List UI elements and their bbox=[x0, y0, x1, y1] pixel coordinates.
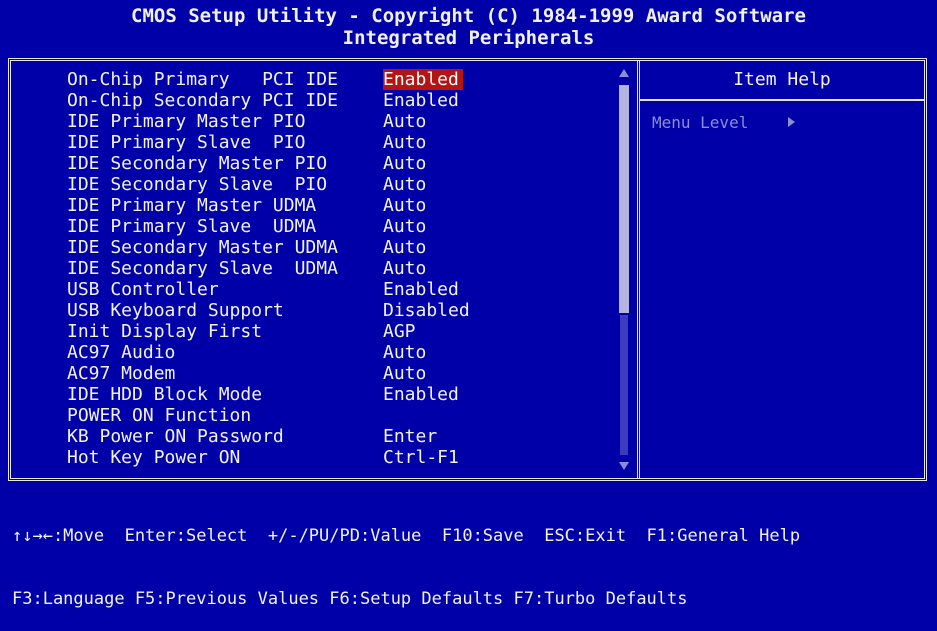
setting-label: IDE Primary Slave PIO bbox=[67, 132, 306, 153]
setting-value[interactable]: Auto bbox=[383, 111, 430, 132]
setting-label: IDE Secondary Master PIO bbox=[67, 153, 328, 174]
setting-label: IDE Primary Slave UDMA bbox=[67, 216, 317, 237]
setting-row-hot-key-power-on[interactable]: Hot Key Power ON Ctrl-F1 bbox=[11, 447, 611, 468]
setting-row-power-on-function[interactable]: POWER ON Function bbox=[11, 405, 611, 426]
setting-label: IDE Secondary Slave UDMA bbox=[67, 258, 338, 279]
setting-label: IDE HDD Block Mode bbox=[67, 384, 263, 405]
setting-value[interactable]: Disabled bbox=[383, 300, 474, 321]
setting-row-ide-secondary-master-pio[interactable]: IDE Secondary Master PIO Auto bbox=[11, 153, 611, 174]
scrollbar-thumb[interactable] bbox=[619, 85, 629, 313]
setting-row-onchip-secondary-pci-ide[interactable]: On-Chip Secondary PCI IDE Enabled bbox=[11, 90, 611, 111]
setting-value[interactable]: Enabled bbox=[383, 279, 463, 300]
setting-row-ide-primary-master-pio[interactable]: IDE Primary Master PIO Auto bbox=[11, 111, 611, 132]
setting-row-ide-primary-slave-pio[interactable]: IDE Primary Slave PIO Auto bbox=[11, 132, 611, 153]
setting-label: Init Display First bbox=[67, 321, 263, 342]
setting-value[interactable]: Auto bbox=[383, 258, 430, 279]
setting-label: On-Chip Secondary PCI IDE bbox=[67, 90, 338, 111]
setting-label: On-Chip Primary PCI IDE bbox=[67, 69, 338, 90]
scrollbar[interactable] bbox=[619, 69, 629, 470]
setting-value[interactable] bbox=[383, 405, 387, 426]
setting-label: POWER ON Function bbox=[67, 405, 252, 426]
settings-panel: On-Chip Primary PCI IDE Enabled On-Chip … bbox=[8, 58, 927, 481]
setting-value[interactable]: Auto bbox=[383, 174, 430, 195]
setting-row-ide-secondary-slave-pio[interactable]: IDE Secondary Slave PIO Auto bbox=[11, 174, 611, 195]
setting-label: USB Controller bbox=[67, 279, 219, 300]
scroll-down-arrow-icon[interactable] bbox=[619, 462, 629, 470]
menu-level-label: Menu Level bbox=[652, 113, 749, 132]
setting-row-usb-controller[interactable]: USB Controller Enabled bbox=[11, 279, 611, 300]
setting-label: IDE Primary Master PIO bbox=[67, 111, 306, 132]
setting-label: KB Power ON Password bbox=[67, 426, 284, 447]
page-title: Integrated Peripherals bbox=[342, 27, 595, 49]
setting-value[interactable]: Enabled bbox=[383, 69, 463, 90]
setting-label: USB Keyboard Support bbox=[67, 300, 284, 321]
footer-line-1: ↑↓→←:Move Enter:Select +/-/PU/PD:Value F… bbox=[12, 526, 801, 546]
setting-row-ide-hdd-block-mode[interactable]: IDE HDD Block Mode Enabled bbox=[11, 384, 611, 405]
setting-value[interactable]: Auto bbox=[383, 216, 430, 237]
setting-label: AC97 Modem bbox=[67, 363, 176, 384]
key-help-footer: ↑↓→←:Move Enter:Select +/-/PU/PD:Value F… bbox=[12, 484, 932, 631]
setting-label: IDE Secondary Master UDMA bbox=[67, 237, 338, 258]
setting-value[interactable]: Enabled bbox=[383, 90, 463, 111]
scrollbar-track[interactable] bbox=[620, 315, 628, 455]
setting-value[interactable]: Auto bbox=[383, 195, 430, 216]
setting-row-ide-secondary-master-udma[interactable]: IDE Secondary Master UDMA Auto bbox=[11, 237, 611, 258]
menu-level-arrow-icon bbox=[788, 117, 795, 127]
setting-value[interactable]: Auto bbox=[383, 153, 430, 174]
setting-value[interactable]: AGP bbox=[383, 321, 420, 342]
setting-label: IDE Secondary Slave PIO bbox=[67, 174, 328, 195]
setting-label: IDE Primary Master UDMA bbox=[67, 195, 317, 216]
setting-value[interactable]: Auto bbox=[383, 237, 430, 258]
setting-row-ide-secondary-slave-udma[interactable]: IDE Secondary Slave UDMA Auto bbox=[11, 258, 611, 279]
setting-row-onchip-primary-pci-ide[interactable]: On-Chip Primary PCI IDE Enabled bbox=[11, 69, 611, 90]
item-help-title: Item Help bbox=[733, 69, 831, 90]
setting-row-ide-primary-slave-udma[interactable]: IDE Primary Slave UDMA Auto bbox=[11, 216, 611, 237]
setting-row-ac97-audio[interactable]: AC97 Audio Auto bbox=[11, 342, 611, 363]
setting-value[interactable]: Auto bbox=[383, 132, 430, 153]
header-title: CMOS Setup Utility - Copyright (C) 1984-… bbox=[131, 5, 806, 27]
scroll-up-arrow-icon[interactable] bbox=[619, 69, 629, 77]
bios-header: CMOS Setup Utility - Copyright (C) 1984-… bbox=[0, 0, 937, 56]
setting-row-init-display-first[interactable]: Init Display First AGP bbox=[11, 321, 611, 342]
setting-value[interactable]: Auto bbox=[383, 363, 430, 384]
setting-label: Hot Key Power ON bbox=[67, 447, 241, 468]
setting-row-kb-power-on-password[interactable]: KB Power ON Password Enter bbox=[11, 426, 611, 447]
setting-value[interactable]: Enabled bbox=[383, 384, 463, 405]
footer-line-2: F3:Language F5:Previous Values F6:Setup … bbox=[12, 589, 688, 609]
help-separator bbox=[640, 99, 924, 101]
panel-divider bbox=[637, 61, 640, 478]
setting-value[interactable]: Ctrl-F1 bbox=[383, 447, 463, 468]
setting-row-usb-keyboard-support[interactable]: USB Keyboard Support Disabled bbox=[11, 300, 611, 321]
setting-label: AC97 Audio bbox=[67, 342, 176, 363]
setting-row-ide-primary-master-udma[interactable]: IDE Primary Master UDMA Auto bbox=[11, 195, 611, 216]
setting-row-ac97-modem[interactable]: AC97 Modem Auto bbox=[11, 363, 611, 384]
setting-value[interactable]: Auto bbox=[383, 342, 430, 363]
setting-value[interactable]: Enter bbox=[383, 426, 441, 447]
